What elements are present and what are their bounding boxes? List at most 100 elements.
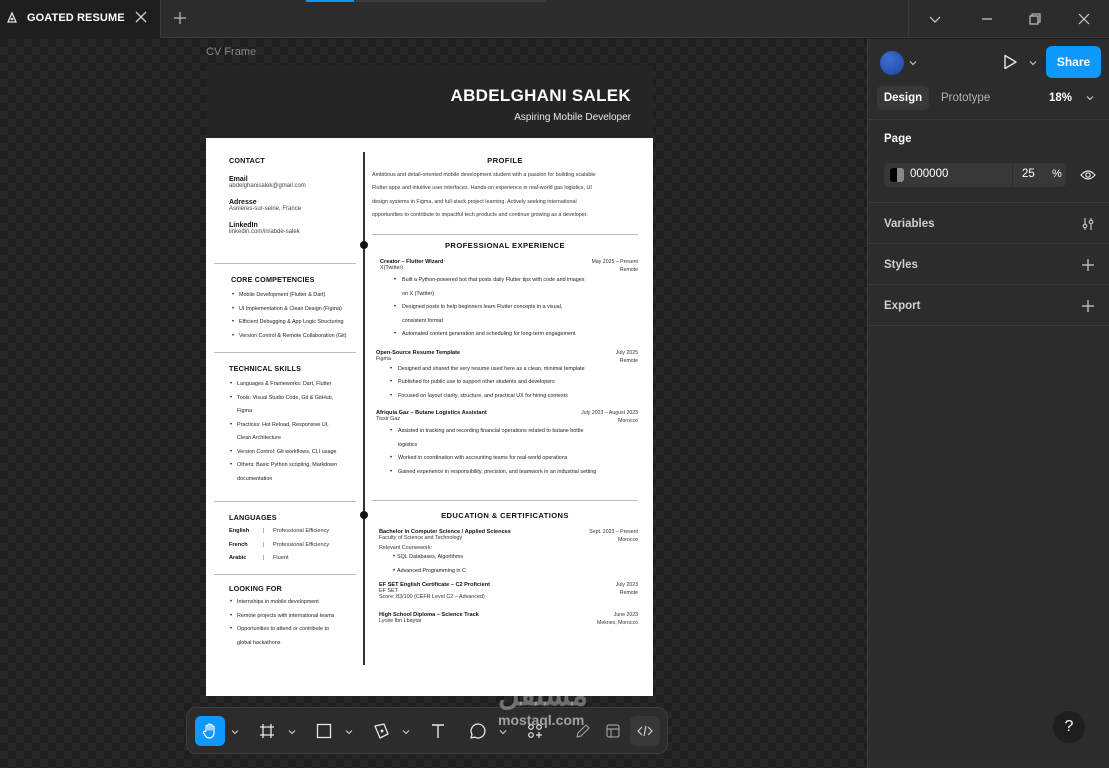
plus-icon[interactable] — [1081, 299, 1095, 313]
design-canvas[interactable]: CV Frame ABDELGHANI SALEK Aspiring Mobil… — [0, 39, 867, 768]
divider — [868, 325, 1109, 326]
dev-mode-toggle[interactable] — [630, 716, 660, 746]
experience-heading: PROFESSIONAL EXPERIENCE — [444, 241, 566, 250]
export-section-title[interactable]: Export — [884, 300, 920, 312]
variables-icon[interactable] — [1081, 217, 1095, 231]
list-item: Built a Python-powered bot that posts da… — [380, 274, 638, 288]
competencies-list: Mobile Development (Flutter & Dart) UI I… — [231, 289, 356, 343]
looking-section: LOOKING FOR Internships in mobile develo… — [214, 574, 356, 650]
list-item: Opportunities to attend or contribute to — [229, 623, 356, 637]
restore-icon[interactable] — [1028, 12, 1042, 26]
page-color-field[interactable]: 000000 25 % — [884, 163, 1066, 187]
timeline-dot — [360, 241, 368, 249]
job-org: Tissir Gaz — [376, 416, 401, 422]
languages-list: English | Professional Efficiency French | P… — [229, 525, 356, 566]
avatar[interactable] — [880, 51, 904, 75]
list-item: Efficient Debugging & App Logic Structur… — [231, 316, 356, 330]
play-icon[interactable] — [1001, 53, 1019, 71]
language-level: Professional Efficiency — [273, 541, 330, 548]
color-swatch[interactable] — [890, 168, 904, 182]
job-bullets: Designed and shared the very resume used… — [376, 363, 638, 404]
chevron-down-icon[interactable] — [345, 728, 353, 736]
list-item: Clean Architecture — [237, 435, 282, 441]
list-item: Practices: Hot Reload, Responsive UI, — [229, 419, 356, 433]
file-tab[interactable]: GOATED RESUME — [0, 0, 161, 38]
list-item: Automated content generation and schedul… — [380, 328, 638, 342]
properties-panel: Share Design Prototype 18% Page 000000 2… — [867, 39, 1109, 768]
shape-tool-button[interactable] — [309, 716, 339, 746]
language-row: Arabic | Fluent — [229, 552, 356, 566]
profile-line: design systems in Figma, and full-stack … — [372, 198, 577, 205]
language-level: Professional Efficiency — [273, 528, 330, 534]
job-date: May 2025 – Present — [591, 259, 638, 265]
chevron-down-icon[interactable] — [499, 728, 507, 736]
close-icon[interactable] — [1077, 12, 1091, 26]
chevron-down-icon[interactable] — [909, 59, 917, 67]
job-bullets: Built a Python-powered bot that posts da… — [380, 274, 638, 342]
list-item: on X (Twitter) — [402, 290, 435, 297]
page-section-title: Page — [884, 133, 912, 145]
chevron-down-icon[interactable] — [288, 728, 296, 736]
chevron-down-icon[interactable] — [231, 728, 239, 736]
list-item: Gained experience in responsibility, pre… — [376, 466, 638, 480]
share-button[interactable]: Share — [1046, 46, 1101, 78]
comment-tool-button[interactable] — [463, 716, 493, 746]
minimize-icon[interactable] — [980, 12, 994, 26]
job-date: July 2025 — [615, 349, 638, 356]
frame-label[interactable]: CV Frame — [206, 46, 256, 58]
education-date: June 2023 — [613, 612, 638, 618]
skills-list: Languages & Frameworks: Dart, Flutter To… — [229, 378, 356, 486]
eye-icon[interactable] — [1080, 168, 1096, 182]
loading-indicator — [306, 0, 354, 2]
timeline-divider — [363, 152, 365, 665]
cv-role: Aspiring Mobile Developer — [514, 112, 631, 123]
education-location: Meknes, Morocco — [597, 620, 638, 626]
page-opacity-value[interactable]: 25 — [1022, 168, 1035, 180]
education-date: Sept. 2023 – Present — [589, 529, 638, 535]
loading-track — [356, 0, 546, 2]
looking-list: Internships in mobile development Remote… — [229, 596, 356, 650]
chevron-down-icon[interactable] — [1029, 59, 1037, 67]
text-icon — [432, 724, 444, 738]
title-bar: GOATED RESUME — [0, 0, 1109, 38]
chevron-down-icon[interactable] — [1086, 94, 1094, 102]
language-separator: | — [263, 541, 265, 548]
chevron-down-icon[interactable] — [402, 728, 410, 736]
languages-heading: LANGUAGES — [229, 513, 277, 522]
zoom-level[interactable]: 18% — [1049, 86, 1072, 110]
component-tool-button[interactable] — [598, 716, 628, 746]
variables-section-title[interactable]: Variables — [884, 218, 935, 230]
education-location: Morocco — [618, 537, 638, 543]
list-item: Version Control: Git workflows, CLI usag… — [229, 446, 356, 460]
divider — [868, 243, 1109, 244]
hand-tool-button[interactable] — [195, 716, 225, 746]
plus-icon[interactable] — [173, 11, 187, 25]
tab-prototype[interactable]: Prototype — [941, 86, 990, 110]
divider — [868, 202, 1109, 203]
list-item: Figma — [237, 408, 252, 414]
close-icon[interactable] — [135, 11, 147, 23]
experience-item: Afriquia Gaz – Butane Logistics Assistan… — [372, 410, 638, 479]
education-item: High School Diploma – Science Track Lycé… — [372, 612, 638, 626]
plus-icon[interactable] — [1081, 258, 1095, 272]
education-score: Score: 83/100 (CEFR Level C2 – Advanced) — [379, 594, 485, 600]
chevron-down-icon[interactable] — [928, 12, 942, 26]
list-item: UI Implementation & Clean Design (Figma) — [231, 303, 356, 317]
experience-item: Open-Source Resume Template Figma July 2… — [372, 350, 638, 404]
language-separator: | — [263, 555, 265, 561]
education-item: Bachelor in Computer Science / Applied S… — [372, 529, 638, 578]
education-org: Faculty of Science and Technology — [379, 535, 463, 541]
page-color-hex[interactable]: 000000 — [910, 168, 948, 180]
profile-line: opportunities to contribute to impactful… — [372, 211, 588, 218]
pen-tool-button[interactable] — [366, 716, 396, 746]
tab-design[interactable]: Design — [877, 86, 929, 110]
frame-tool-button[interactable] — [252, 716, 282, 746]
list-item: Published for public use to support othe… — [376, 376, 638, 390]
help-button[interactable]: ? — [1053, 711, 1085, 743]
text-tool-button[interactable] — [423, 716, 453, 746]
profile-section: PROFILE Ambitious and detail-oriented mo… — [372, 156, 638, 222]
styles-section-title[interactable]: Styles — [884, 259, 918, 271]
cv-frame[interactable]: ABDELGHANI SALEK Aspiring Mobile Develop… — [206, 66, 653, 696]
contact-section: CONTACT Email abdelghanisalek@gmail.com … — [214, 156, 356, 235]
list-item: consistent format — [402, 317, 444, 324]
